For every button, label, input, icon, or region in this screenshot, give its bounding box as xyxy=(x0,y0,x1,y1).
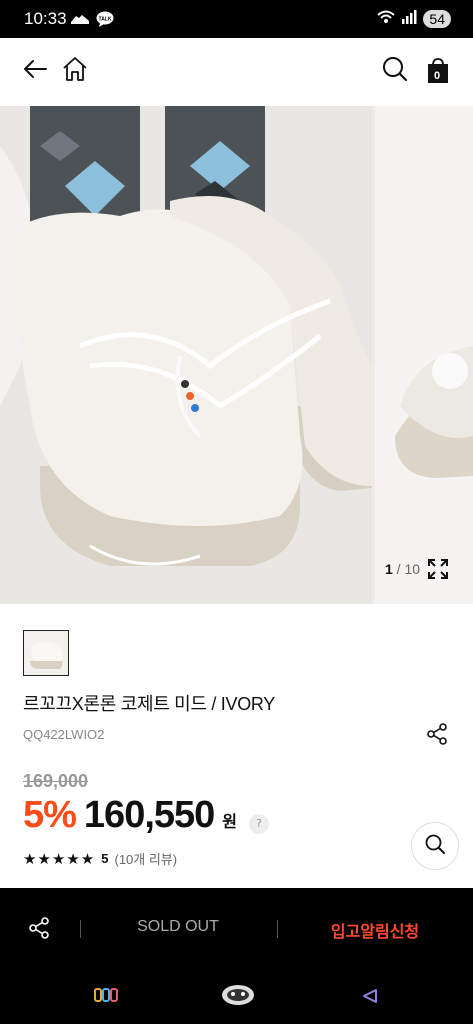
currency-unit: 원 xyxy=(222,812,238,831)
recent-apps-button[interactable] xyxy=(94,987,118,1007)
price-help-icon[interactable]: ? xyxy=(249,813,270,834)
search-icon xyxy=(424,833,446,859)
share-icon xyxy=(425,723,449,750)
sneaker-app-icon xyxy=(70,11,90,31)
share-button[interactable] xyxy=(425,722,449,750)
back-arrow-icon xyxy=(22,58,48,84)
expand-icon xyxy=(427,559,449,584)
star-rating-icon: ★★★★★ xyxy=(23,850,96,868)
status-bar: 10:33 TALK 54 xyxy=(0,0,473,38)
cart-button[interactable]: 0 xyxy=(423,56,453,86)
talk-icon: TALK xyxy=(96,11,114,31)
product-info: 르꼬끄X론론 코제트 미드 / IVORY QQ422LWIO2 169,000… xyxy=(0,604,473,888)
signal-icon xyxy=(401,9,417,28)
original-price: 169,000 xyxy=(23,771,89,791)
home-icon xyxy=(61,56,89,86)
sold-out-button[interactable]: SOLD OUT xyxy=(96,918,260,936)
image-counter-current: 1 xyxy=(385,561,393,577)
image-counter-separator: / xyxy=(392,561,405,577)
product-code: QQ422LWIO2 xyxy=(23,727,105,742)
back-nav-button[interactable] xyxy=(362,988,378,1008)
home-button-icon xyxy=(220,985,256,1012)
product-image-main[interactable] xyxy=(0,106,372,604)
home-button[interactable] xyxy=(60,56,90,86)
svg-text:TALK: TALK xyxy=(99,17,112,23)
system-nav-bar xyxy=(0,968,473,1024)
recent-apps-icon xyxy=(94,988,118,1007)
back-button[interactable] xyxy=(20,56,50,86)
divider xyxy=(277,920,278,938)
product-image-next[interactable] xyxy=(375,106,473,604)
bottom-share-button[interactable] xyxy=(27,916,51,944)
divider xyxy=(80,920,81,938)
battery-indicator: 54 xyxy=(423,9,451,28)
sale-price: 160,550 xyxy=(83,794,215,836)
cart-count-badge: 0 xyxy=(434,70,441,82)
app-bar: 0 xyxy=(0,38,473,106)
back-button-icon xyxy=(362,989,378,1008)
product-name: 르꼬끄X론론 코제트 미드 / IVORY xyxy=(23,694,275,714)
rating-value: 5 xyxy=(101,851,109,866)
wifi-icon xyxy=(377,9,396,28)
price-line: 5% 160,550 원 ? xyxy=(23,794,270,837)
floating-search-button[interactable] xyxy=(411,822,459,870)
share-icon xyxy=(27,917,51,944)
search-button[interactable] xyxy=(380,56,410,86)
image-counter-total: 10 xyxy=(404,561,421,577)
shopping-bag-icon: 0 xyxy=(426,58,450,84)
purchase-action-bar: SOLD OUT 입고알림신청 xyxy=(0,888,473,968)
status-time: 10:33 xyxy=(24,9,67,28)
home-nav-button[interactable] xyxy=(220,982,256,1012)
product-image-gallery[interactable]: 1 / 10 xyxy=(0,106,473,604)
image-counter: 1 / 10 xyxy=(385,561,420,577)
discount-rate: 5% xyxy=(23,794,77,836)
expand-image-button[interactable] xyxy=(427,558,449,584)
product-thumbnail[interactable] xyxy=(23,630,69,676)
review-count: (10개 리뷰) xyxy=(114,852,178,867)
search-icon xyxy=(382,56,408,86)
restock-notify-button[interactable]: 입고알림신청 xyxy=(290,918,460,942)
rating-summary[interactable]: ★★★★★ 5 (10개 리뷰) xyxy=(23,849,177,868)
